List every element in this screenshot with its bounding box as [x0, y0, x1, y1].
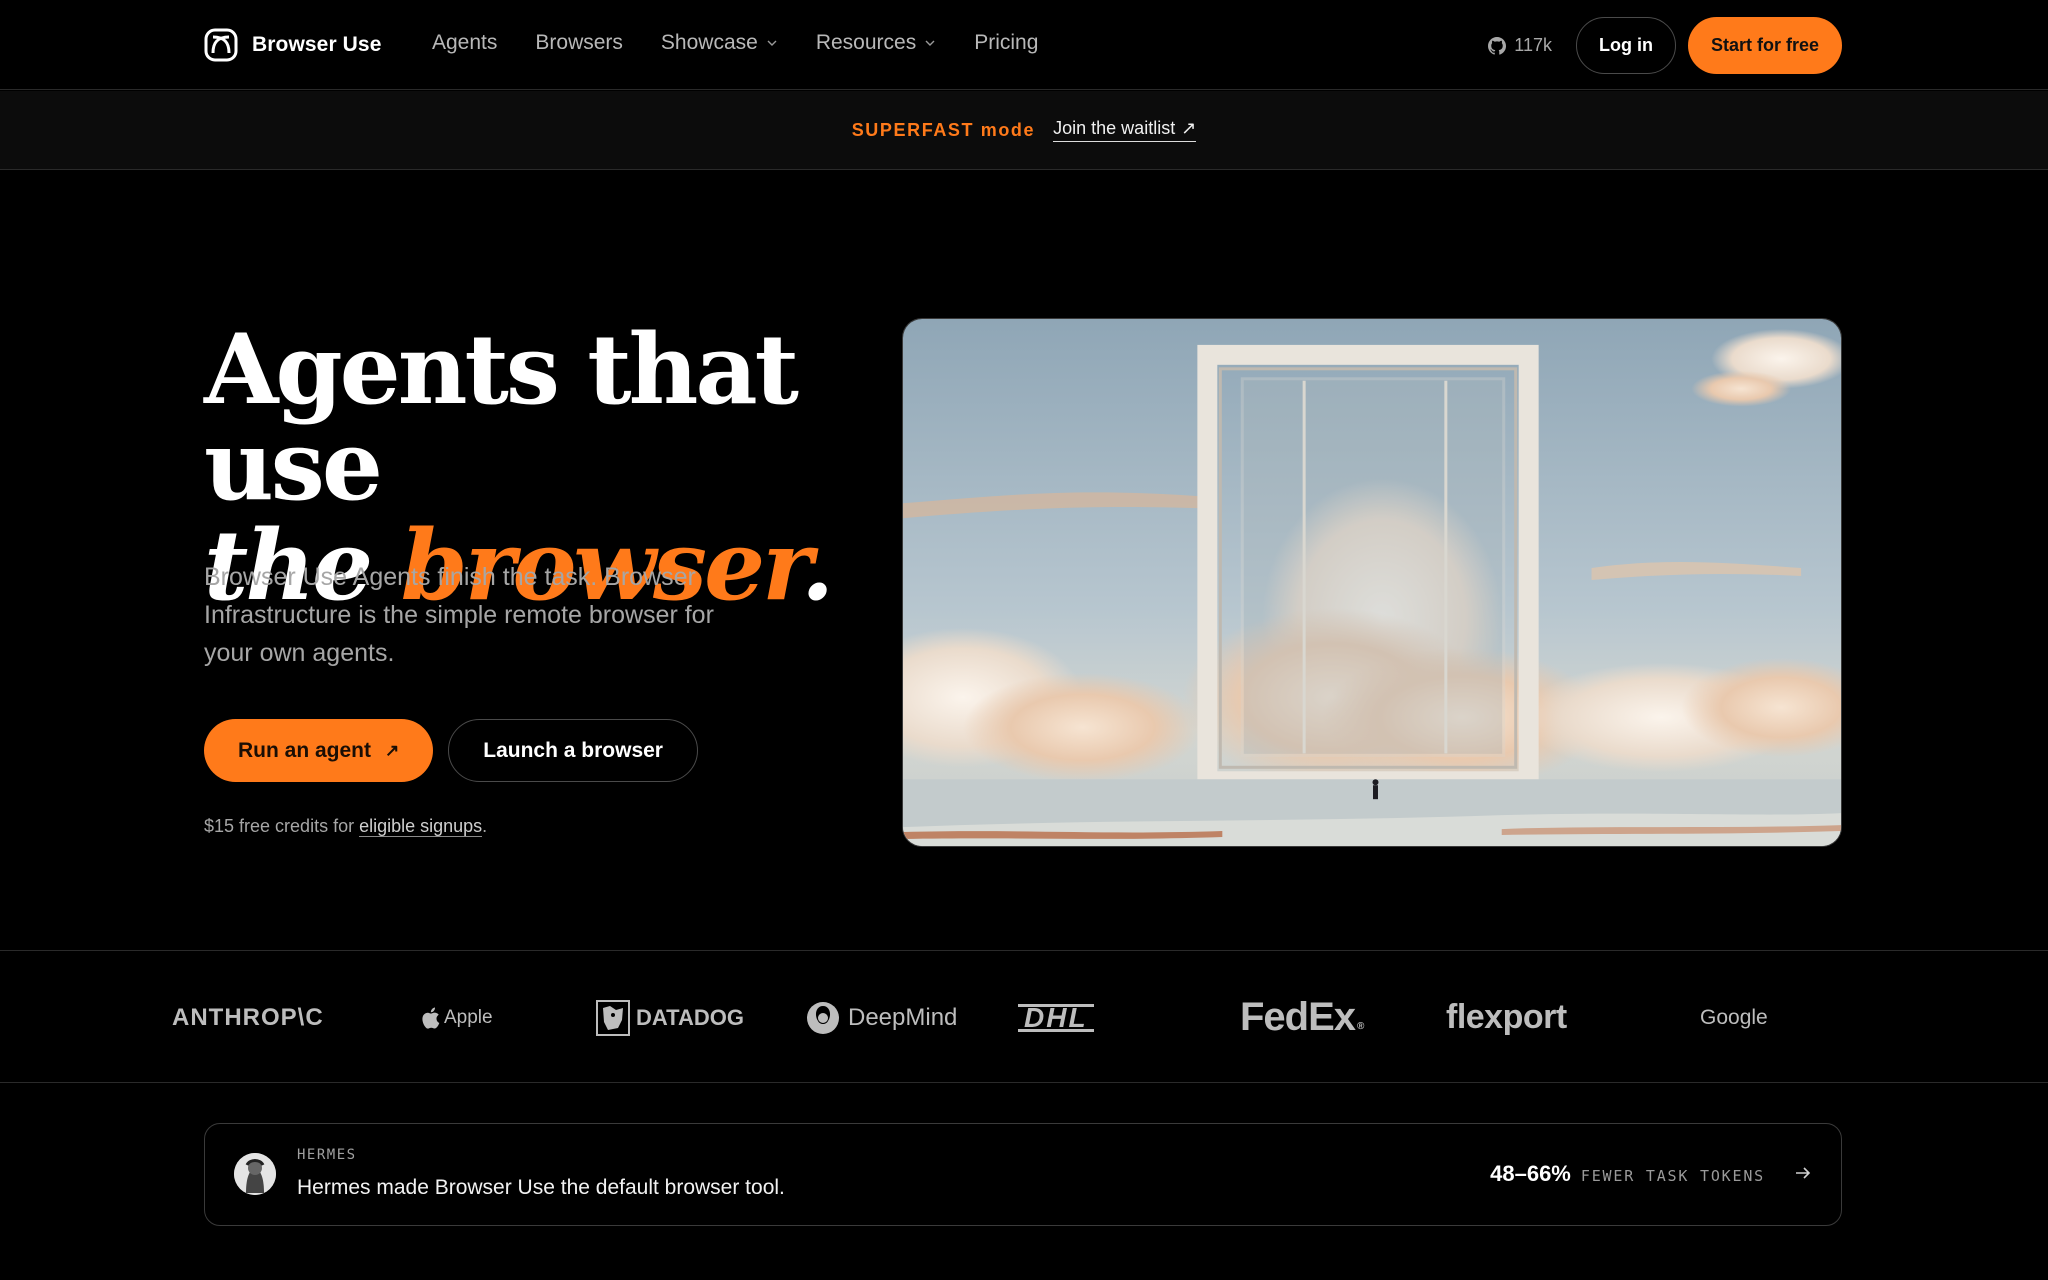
logo-text: DHL [1018, 1003, 1094, 1032]
sky-portal-illustration [903, 319, 1841, 846]
flexport-logo: flexport [1446, 951, 1567, 1084]
fedex-logo: FedEx ® [1240, 995, 1364, 1039]
join-waitlist-label: Join the waitlist [1053, 118, 1176, 138]
hero-actions: Run an agent ↗ Launch a browser [204, 719, 698, 782]
brand-name: Browser Use [252, 33, 382, 56]
apple-logo: Apple [420, 951, 493, 1084]
stat-value: 48–66% [1490, 1161, 1571, 1186]
hero-title-line1: Agents that use [204, 313, 799, 522]
hermes-kicker: HERMES [297, 1147, 357, 1163]
start-for-free-button[interactable]: Start for free [1687, 17, 1842, 74]
free-credits-note: $15 free credits for eligible signups. [204, 816, 487, 837]
deepmind-icon [807, 1001, 839, 1034]
hermes-quote: Hermes made Browser Use the default brow… [297, 1176, 785, 1199]
anthropic-logo: ANTHROP\C [172, 951, 324, 1084]
external-arrow-icon: ↗ [1181, 118, 1197, 138]
apple-icon [422, 1007, 440, 1029]
credits-suffix: . [482, 816, 488, 836]
nav-link-label: Showcase [660, 31, 758, 54]
launch-a-browser-button[interactable]: Launch a browser [448, 719, 698, 782]
run-an-agent-button[interactable]: Run an agent ↗ [204, 719, 434, 782]
run-an-agent-label: Run an agent [238, 738, 372, 762]
logo-text: FedEx [1240, 995, 1356, 1039]
github-icon [1488, 36, 1507, 55]
google-logo: Google [1700, 951, 1768, 1084]
github-stars-link[interactable]: 117k [1488, 35, 1552, 56]
logo-text: DeepMind [848, 1003, 958, 1031]
stat-label: FEWER TASK TOKENS [1580, 1167, 1765, 1185]
chevron-down-icon [925, 40, 935, 46]
datadog-logo: DATADOG [596, 951, 744, 1084]
nav-link-agents[interactable]: Agents [432, 31, 497, 55]
arrow-right-icon [1796, 1167, 1811, 1179]
hermes-avatar [234, 1153, 276, 1195]
hermes-stat: 48–66% FEWER TASK TOKENS [1490, 1161, 1765, 1187]
chevron-down-icon [767, 40, 777, 46]
logo-text: Google [1700, 1005, 1768, 1029]
arrow-up-right-icon: ↗ [385, 740, 400, 760]
page: Browser Use Agents Browsers Showcase Res… [0, 0, 2048, 1280]
announcement-banner: SUPERFAST mode Join the waitlist ↗ [0, 91, 2048, 170]
nav-link-browsers[interactable]: Browsers [535, 31, 623, 55]
nav-link-label: Resources [815, 31, 917, 54]
join-waitlist-link[interactable]: Join the waitlist ↗ [1053, 118, 1197, 142]
nav-link-label: Agents [432, 31, 498, 54]
logo-text: Apple [444, 1006, 493, 1028]
nav-actions: 117k Log in Start for free [1488, 17, 1842, 74]
hermes-bust-icon [234, 1153, 276, 1195]
browser-use-logo-icon [204, 28, 238, 62]
github-stars-count: 117k [1514, 35, 1552, 55]
nav-link-showcase[interactable]: Showcase [661, 31, 778, 55]
nav-link-label: Browsers [535, 31, 623, 54]
credits-prefix: $15 free credits for [204, 816, 360, 836]
logo-text: DATADOG [636, 1004, 744, 1030]
dhl-logo: DHL [1018, 951, 1094, 1084]
brand-link[interactable]: Browser Use [204, 28, 382, 62]
banner-tag: SUPERFAST mode [851, 119, 1036, 140]
nav-link-label: Pricing [974, 31, 1039, 54]
hero-description: Browser Use Agents finish the task. Brow… [204, 563, 714, 667]
logo-text: ANTHROP\C [172, 1003, 324, 1031]
eligible-signups-link[interactable]: eligible signups [359, 816, 483, 837]
hero-illustration [902, 318, 1842, 847]
customer-logos: ANTHROP\C Apple DATADOG DeepMind DHL Fed… [0, 950, 2048, 1083]
nav-link-pricing[interactable]: Pricing [974, 31, 1038, 55]
nav-links: Agents Browsers Showcase Resources Prici… [432, 31, 1076, 55]
deepmind-logo: DeepMind [806, 951, 957, 1084]
datadog-dog-icon [596, 999, 630, 1036]
hermes-testimonial-card[interactable]: HERMES Hermes made Browser Use the defau… [204, 1123, 1842, 1226]
login-button[interactable]: Log in [1575, 17, 1676, 74]
nav-link-resources[interactable]: Resources [816, 31, 936, 55]
logo-text: flexport [1446, 998, 1567, 1036]
top-nav: Browser Use Agents Browsers Showcase Res… [0, 0, 2048, 90]
hero-title-period: . [800, 509, 834, 622]
